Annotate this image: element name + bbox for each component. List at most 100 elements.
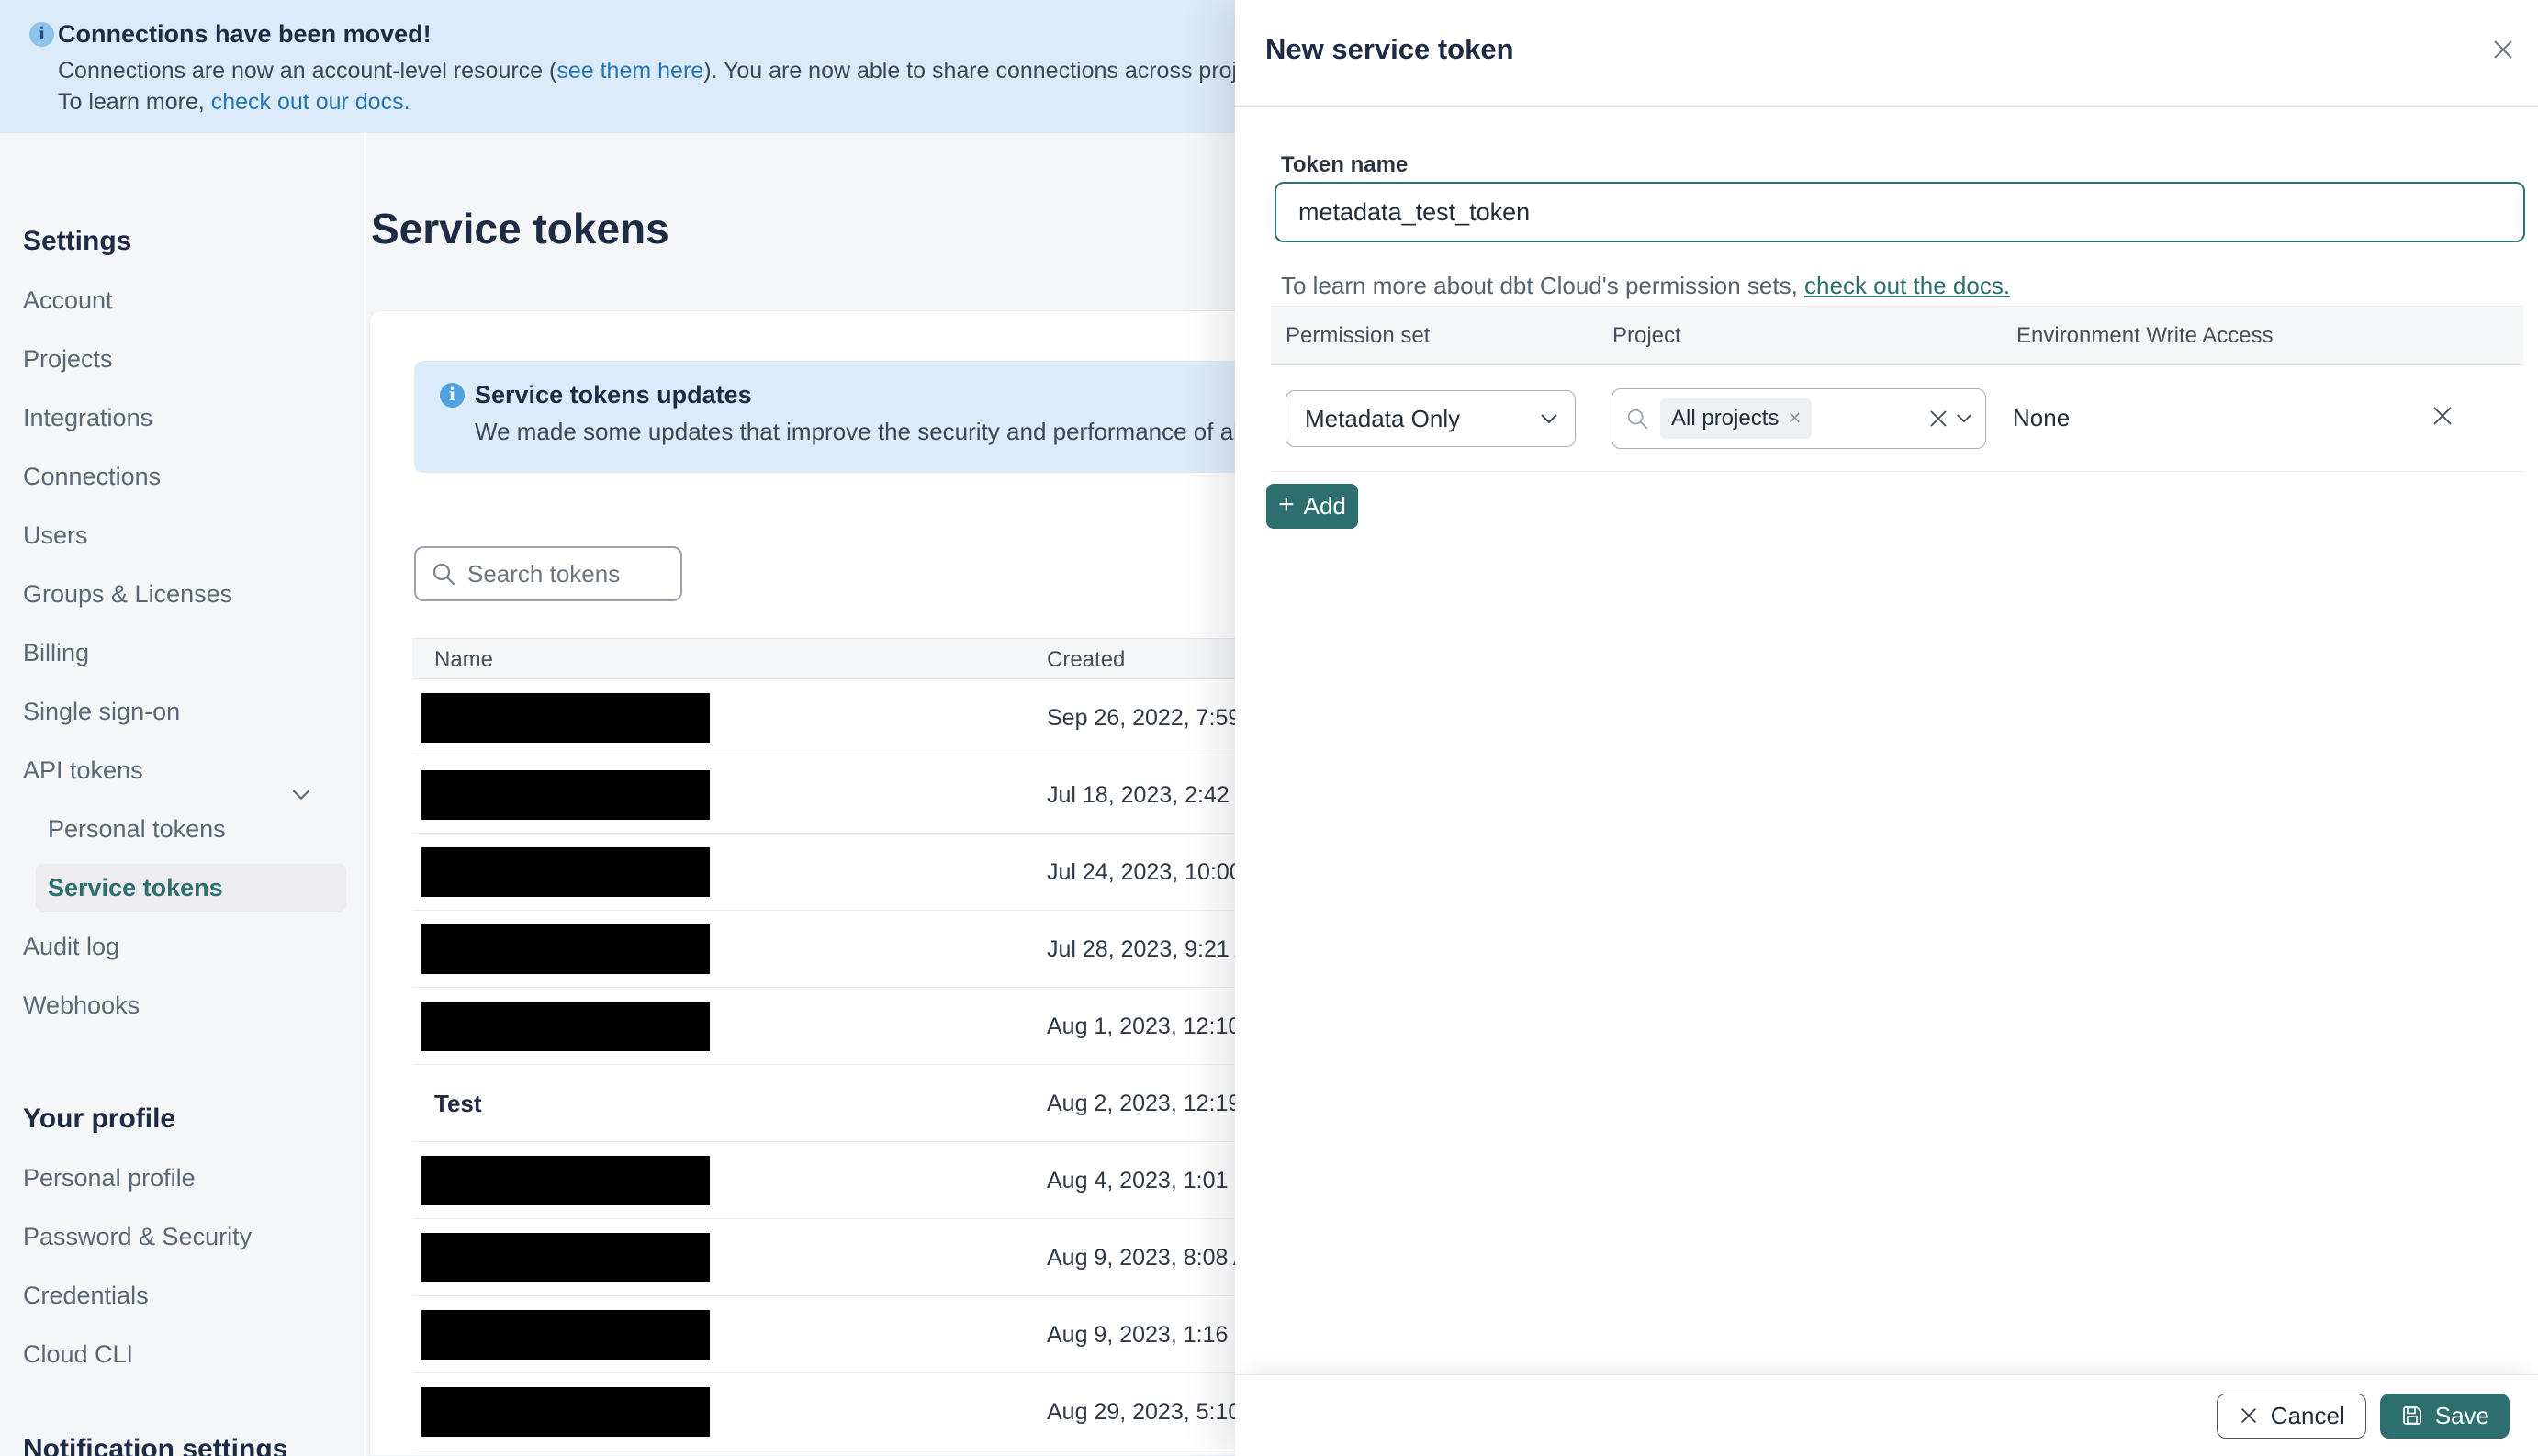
sidebar-item-label: Single sign-on	[23, 698, 181, 725]
sidebar-item-billing[interactable]: Billing	[0, 623, 365, 682]
sidebar-heading-notification-settings: Notification settings	[23, 1434, 288, 1456]
remove-permission-row-icon[interactable]	[2429, 402, 2456, 430]
sidebar-item-integrations[interactable]: Integrations	[0, 388, 365, 447]
sidebar-item-personal-profile[interactable]: Personal profile	[0, 1148, 365, 1207]
app-window: i Connections have been moved! Connectio…	[0, 0, 2538, 1456]
redacted-token-name	[421, 1310, 710, 1360]
sidebar-item-label: Webhooks	[23, 991, 140, 1019]
env-write-access-value: None	[2013, 404, 2071, 431]
redacted-token-name	[421, 1156, 710, 1205]
project-header: Project	[1612, 323, 1681, 348]
env-write-access-header: Environment Write Access	[2016, 323, 2274, 348]
all-projects-chip[interactable]: All projects ×	[1660, 398, 1813, 439]
permissions-table-header: Permission set Project Environment Write…	[1271, 306, 2523, 365]
chevron-down-icon[interactable]	[1956, 413, 1972, 424]
banner-text: Connections are now an account-level res…	[58, 58, 557, 84]
sidebar-item-label: Password & Security	[23, 1223, 253, 1250]
chip-label: All projects	[1671, 406, 1780, 431]
sidebar-item-label: Integrations	[23, 404, 153, 431]
sidebar-item-audit-log[interactable]: Audit log	[0, 917, 365, 976]
sidebar-item-label: Personal profile	[23, 1164, 196, 1192]
permission-set-header: Permission set	[1286, 323, 1431, 348]
sidebar-item-api-tokens[interactable]: API tokens	[0, 741, 365, 801]
chip-remove-icon[interactable]: ×	[1788, 406, 1801, 431]
sidebar-item-credentials[interactable]: Credentials	[0, 1266, 365, 1325]
redacted-token-name	[421, 1002, 710, 1051]
panel-title: New service token	[1265, 33, 1514, 65]
search-input[interactable]	[467, 559, 660, 588]
cancel-button[interactable]: Cancel	[2216, 1393, 2366, 1439]
banner-text: To learn more,	[58, 89, 211, 115]
settings-sidebar: Settings Account Projects Integrations Conne…	[0, 133, 365, 1456]
sidebar-item-account[interactable]: Account	[0, 271, 365, 330]
docs-text: To learn more about dbt Cloud's permissi…	[1281, 272, 1805, 299]
cancel-label: Cancel	[2270, 1401, 2345, 1429]
sidebar-item-label: Cloud CLI	[23, 1340, 134, 1368]
name-column-header: Name	[434, 647, 494, 672]
sidebar-item-label: Personal tokens	[48, 815, 226, 843]
sidebar-item-groups-licenses[interactable]: Groups & Licenses	[0, 565, 365, 623]
sidebar-heading-settings: Settings	[23, 226, 132, 256]
sidebar-item-cloud-cli[interactable]: Cloud CLI	[0, 1325, 365, 1383]
info-icon: i	[440, 383, 465, 408]
permission-set-select[interactable]: Metadata Only	[1286, 390, 1576, 447]
updates-title: Service tokens updates	[475, 381, 752, 409]
sidebar-item-label: Projects	[23, 345, 113, 373]
sidebar-item-personal-tokens[interactable]: Personal tokens	[0, 800, 365, 858]
created-column-header: Created	[1047, 647, 1126, 672]
sidebar-item-label: Billing	[23, 639, 90, 666]
token-name-label: Token name	[1281, 152, 1409, 177]
plus-icon: +	[1278, 489, 1295, 520]
clear-selection-icon[interactable]	[1926, 407, 1950, 431]
panel-header: New service token	[1235, 0, 2538, 107]
divider	[1271, 471, 2523, 472]
close-icon	[2240, 1408, 2256, 1423]
new-service-token-panel: New service token Token name To learn mo…	[1235, 0, 2538, 1456]
sidebar-heading-your-profile: Your profile	[23, 1103, 176, 1134]
save-icon	[2402, 1406, 2421, 1425]
sidebar-item-connections[interactable]: Connections	[0, 447, 365, 506]
search-icon	[1627, 409, 1648, 430]
sidebar-item-label: API tokens	[23, 756, 143, 784]
panel-footer: Cancel Save	[1235, 1374, 2538, 1456]
sidebar-item-label: Service tokens	[48, 874, 223, 902]
redacted-token-name	[421, 1387, 710, 1437]
sidebar-item-label: Credentials	[23, 1282, 149, 1309]
redacted-token-name	[421, 770, 710, 820]
sidebar-item-label: Connections	[23, 463, 162, 490]
token-name-cell: Test	[434, 1090, 482, 1117]
sidebar-item-label: Audit log	[23, 933, 120, 960]
redacted-token-name	[421, 693, 710, 743]
check-out-the-docs-link[interactable]: check out the docs.	[1804, 272, 2010, 299]
redacted-token-name	[421, 847, 710, 897]
add-button-label: Add	[1303, 492, 1346, 520]
add-permission-button[interactable]: + Add	[1266, 484, 1358, 529]
redacted-token-name	[421, 1233, 710, 1282]
chevron-down-icon	[1541, 413, 1557, 423]
sidebar-item-service-tokens[interactable]: Service tokens	[36, 864, 346, 912]
sidebar-item-label: Users	[23, 521, 88, 549]
sidebar-item-single-sign-on[interactable]: Single sign-on	[0, 682, 365, 741]
banner-title: Connections have been moved!	[58, 20, 432, 48]
page-title: Service tokens	[371, 205, 669, 252]
sidebar-item-projects[interactable]: Projects	[0, 330, 365, 388]
search-tokens-box	[414, 546, 682, 601]
sidebar-item-password-security[interactable]: Password & Security	[0, 1207, 365, 1266]
project-multiselect[interactable]: All projects ×	[1612, 388, 1986, 449]
save-label: Save	[2434, 1401, 2489, 1429]
token-name-input[interactable]	[1275, 182, 2525, 242]
sidebar-item-label: Account	[23, 286, 113, 314]
sidebar-item-webhooks[interactable]: Webhooks	[0, 976, 365, 1035]
check-our-docs-link[interactable]: check out our docs.	[211, 89, 410, 115]
permission-set-value: Metadata Only	[1305, 404, 1461, 432]
redacted-token-name	[421, 924, 710, 974]
sidebar-item-label: Groups & Licenses	[23, 580, 233, 608]
see-them-here-link[interactable]: see them here	[556, 58, 703, 84]
permission-docs-line: To learn more about dbt Cloud's permissi…	[1281, 272, 2010, 300]
close-icon[interactable]	[2488, 35, 2518, 64]
search-icon	[432, 563, 455, 586]
sidebar-item-users[interactable]: Users	[0, 506, 365, 565]
info-icon: i	[29, 22, 54, 47]
save-button[interactable]: Save	[2379, 1393, 2510, 1439]
